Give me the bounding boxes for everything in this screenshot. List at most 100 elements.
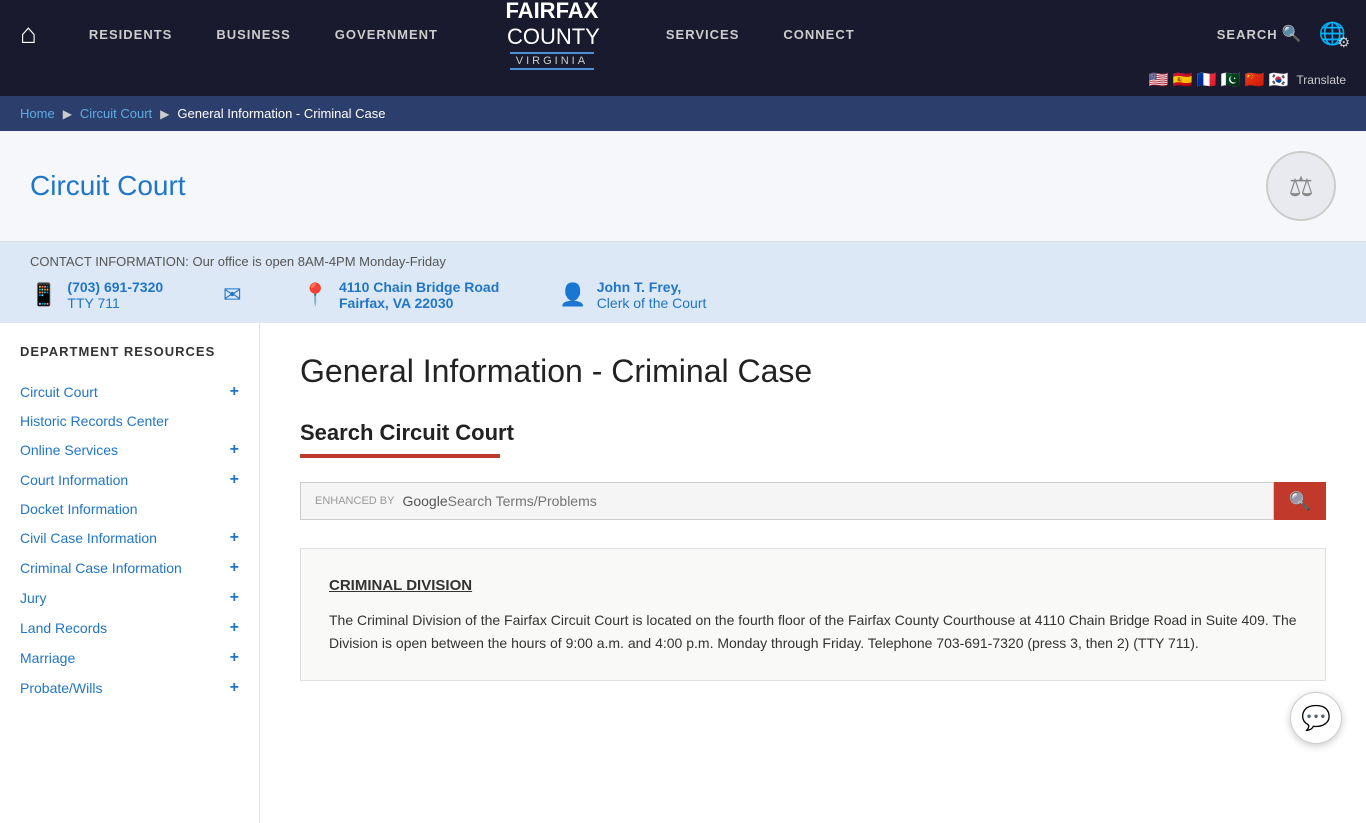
nav-business[interactable]: BUSINESS xyxy=(194,27,312,42)
division-text: The Criminal Division of the Fairfax Cir… xyxy=(329,609,1297,657)
breadcrumb-sep-1: ▶ xyxy=(63,107,72,121)
tty-label: TTY 711 xyxy=(67,295,163,311)
search-section-title: Search Circuit Court xyxy=(300,420,1326,446)
gear-icon: ⚙ xyxy=(1337,34,1350,51)
search-button[interactable]: 🔍 xyxy=(1274,482,1326,520)
top-navigation: ⌂ RESIDENTS BUSINESS GOVERNMENT FAIRFAX … xyxy=(0,0,1366,68)
home-icon[interactable]: ⌂ xyxy=(20,18,37,50)
sidebar-item-probate-wills: Probate/Wills + xyxy=(20,673,239,703)
contact-email[interactable]: ✉ xyxy=(223,282,241,308)
nav-items: RESIDENTS BUSINESS GOVERNMENT FAIRFAX CO… xyxy=(67,0,1217,70)
sidebar-item-circuit-court: Circuit Court + xyxy=(20,377,239,407)
translate-bar: 🇺🇸 🇪🇸 🇫🇷 🇵🇰 🇨🇳 🇰🇷 Translate xyxy=(0,68,1366,96)
page-header: Circuit Court ⚖ xyxy=(0,131,1366,242)
enhanced-label: ENHANCED BY xyxy=(315,495,394,507)
sidebar-expand-jury[interactable]: + xyxy=(230,589,239,607)
sidebar-item-civil-case: Civil Case Information + xyxy=(20,523,239,553)
sidebar-link-civil-case[interactable]: Civil Case Information xyxy=(20,530,157,546)
nav-government[interactable]: GOVERNMENT xyxy=(313,27,460,42)
address-line2[interactable]: Fairfax, VA 22030 xyxy=(339,295,499,311)
contact-phone: 📱 (703) 691-7320 TTY 711 xyxy=(30,279,163,311)
search-label: SEARCH xyxy=(1217,27,1278,42)
sidebar-item-court-information: Court Information + xyxy=(20,465,239,495)
sidebar-item-online-services: Online Services + xyxy=(20,435,239,465)
address-icon: 📍 xyxy=(302,282,329,308)
sidebar-title: DEPARTMENT RESOURCES xyxy=(20,343,239,361)
site-logo: FAIRFAX COUNTY VIRGINIA xyxy=(460,0,644,70)
translate-text[interactable]: Translate xyxy=(1296,73,1346,87)
main-layout: DEPARTMENT RESOURCES Circuit Court + His… xyxy=(0,323,1366,823)
breadcrumb-current: General Information - Criminal Case xyxy=(177,106,385,121)
page-title: Circuit Court xyxy=(30,170,186,202)
sidebar-item-jury: Jury + xyxy=(20,583,239,613)
flag-pk[interactable]: 🇵🇰 xyxy=(1221,70,1241,90)
content-page-title: General Information - Criminal Case xyxy=(300,353,1326,390)
seal-icon: ⚖ xyxy=(1288,170,1313,203)
search-input[interactable] xyxy=(448,493,1259,509)
nav-right: SEARCH 🔍 🌐 ⚙ xyxy=(1217,21,1346,47)
court-seal: ⚖ xyxy=(1266,151,1336,221)
division-title: CRIMINAL DIVISION xyxy=(329,573,1297,599)
logo-fairfax: FAIRFAX xyxy=(482,0,622,24)
google-label: Google xyxy=(402,493,447,509)
sidebar-link-probate-wills[interactable]: Probate/Wills xyxy=(20,680,102,696)
phone-number[interactable]: (703) 691-7320 xyxy=(67,279,163,295)
sidebar-expand-land-records[interactable]: + xyxy=(230,619,239,637)
sidebar-expand-criminal-case[interactable]: + xyxy=(230,559,239,577)
breadcrumb-circuit-court[interactable]: Circuit Court xyxy=(80,106,152,121)
nav-connect[interactable]: CONNECT xyxy=(761,27,876,42)
address-line1[interactable]: 4110 Chain Bridge Road xyxy=(339,279,499,295)
breadcrumb: Home ▶ Circuit Court ▶ General Informati… xyxy=(0,96,1366,131)
sidebar-expand-marriage[interactable]: + xyxy=(230,649,239,667)
search-input-wrap: ENHANCED BY Google xyxy=(300,482,1274,520)
phone-icon: 📱 xyxy=(30,282,57,308)
contact-info-title: CONTACT INFORMATION: Our office is open … xyxy=(30,254,1336,269)
search-box: ENHANCED BY Google 🔍 xyxy=(300,482,1326,520)
sidebar-link-historic-records[interactable]: Historic Records Center xyxy=(20,413,169,429)
contact-address: 📍 4110 Chain Bridge Road Fairfax, VA 220… xyxy=(302,279,500,311)
sidebar-expand-online-services[interactable]: + xyxy=(230,441,239,459)
language-globe[interactable]: 🌐 ⚙ xyxy=(1319,21,1346,47)
email-icon: ✉ xyxy=(223,282,241,308)
sidebar-expand-probate-wills[interactable]: + xyxy=(230,679,239,697)
contact-clerk: 👤 John T. Frey, Clerk of the Court xyxy=(559,279,706,311)
nav-residents[interactable]: RESIDENTS xyxy=(67,27,194,42)
flag-us[interactable]: 🇺🇸 xyxy=(1149,70,1169,90)
breadcrumb-home[interactable]: Home xyxy=(20,106,55,121)
flag-cn[interactable]: 🇨🇳 xyxy=(1245,70,1265,90)
flag-kr[interactable]: 🇰🇷 xyxy=(1269,70,1289,90)
nav-services[interactable]: SERVICES xyxy=(644,27,762,42)
search-nav-item[interactable]: SEARCH 🔍 xyxy=(1217,24,1303,44)
breadcrumb-sep-2: ▶ xyxy=(160,107,169,121)
sidebar-link-court-information[interactable]: Court Information xyxy=(20,472,128,488)
contact-bar: CONTACT INFORMATION: Our office is open … xyxy=(0,242,1366,323)
contact-icons: 📱 (703) 691-7320 TTY 711 ✉ 📍 4110 Chain … xyxy=(30,279,1336,311)
chat-bubble[interactable]: 💬 xyxy=(1290,692,1342,744)
person-icon: 👤 xyxy=(559,282,586,308)
clerk-title: Clerk of the Court xyxy=(597,295,707,311)
sidebar-item-marriage: Marriage + xyxy=(20,643,239,673)
main-content: General Information - Criminal Case Sear… xyxy=(260,323,1366,823)
sidebar-expand-court-information[interactable]: + xyxy=(230,471,239,489)
logo-county: COUNTY xyxy=(485,24,622,50)
logo-virginia: VIRGINIA xyxy=(510,52,594,70)
flag-es[interactable]: 🇪🇸 xyxy=(1173,70,1193,90)
red-underline xyxy=(300,454,500,458)
sidebar-link-circuit-court[interactable]: Circuit Court xyxy=(20,384,98,400)
sidebar-expand-circuit-court[interactable]: + xyxy=(230,383,239,401)
sidebar: DEPARTMENT RESOURCES Circuit Court + His… xyxy=(0,323,260,823)
sidebar-item-land-records: Land Records + xyxy=(20,613,239,643)
sidebar-link-jury[interactable]: Jury xyxy=(20,590,46,606)
sidebar-link-land-records[interactable]: Land Records xyxy=(20,620,107,636)
clerk-name[interactable]: John T. Frey, xyxy=(597,279,707,295)
sidebar-link-online-services[interactable]: Online Services xyxy=(20,442,118,458)
search-icon: 🔍 xyxy=(1282,24,1303,44)
sidebar-item-docket-information: Docket Information xyxy=(20,495,239,523)
sidebar-item-criminal-case: Criminal Case Information + xyxy=(20,553,239,583)
sidebar-link-docket-information[interactable]: Docket Information xyxy=(20,501,138,517)
flag-fr[interactable]: 🇫🇷 xyxy=(1197,70,1217,90)
sidebar-link-criminal-case[interactable]: Criminal Case Information xyxy=(20,560,182,576)
info-box: CRIMINAL DIVISION The Criminal Division … xyxy=(300,548,1326,681)
sidebar-expand-civil-case[interactable]: + xyxy=(230,529,239,547)
sidebar-link-marriage[interactable]: Marriage xyxy=(20,650,75,666)
